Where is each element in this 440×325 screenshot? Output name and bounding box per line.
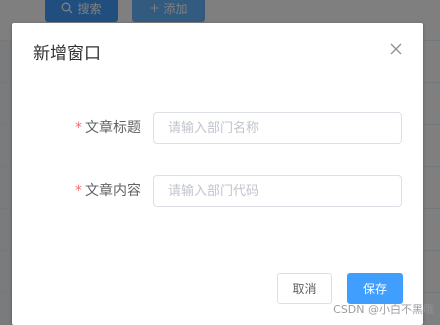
article-content-label: * 文章内容 [75, 175, 141, 207]
article-title-label-text: 文章标题 [85, 120, 141, 136]
dialog-close-button[interactable] [387, 40, 405, 58]
watermark: CSDN @小白不黑哦 [333, 303, 434, 316]
required-mark: * [75, 120, 82, 136]
cancel-button[interactable]: 取消 [277, 273, 332, 304]
article-title-input[interactable] [153, 112, 402, 144]
form-row-article-content: * 文章内容 [12, 175, 423, 207]
form-row-article-title: * 文章标题 [12, 112, 423, 144]
save-button[interactable]: 保存 [347, 273, 403, 304]
article-title-label: * 文章标题 [75, 112, 141, 144]
close-icon [390, 43, 402, 55]
article-content-input[interactable] [153, 175, 402, 207]
required-mark: * [75, 183, 82, 199]
article-content-label-text: 文章内容 [85, 183, 141, 199]
add-dialog: 新增窗口 *文章标题 *文章内容 取消 保存 [12, 23, 423, 325]
dialog-title: 新增窗口 [33, 44, 101, 64]
